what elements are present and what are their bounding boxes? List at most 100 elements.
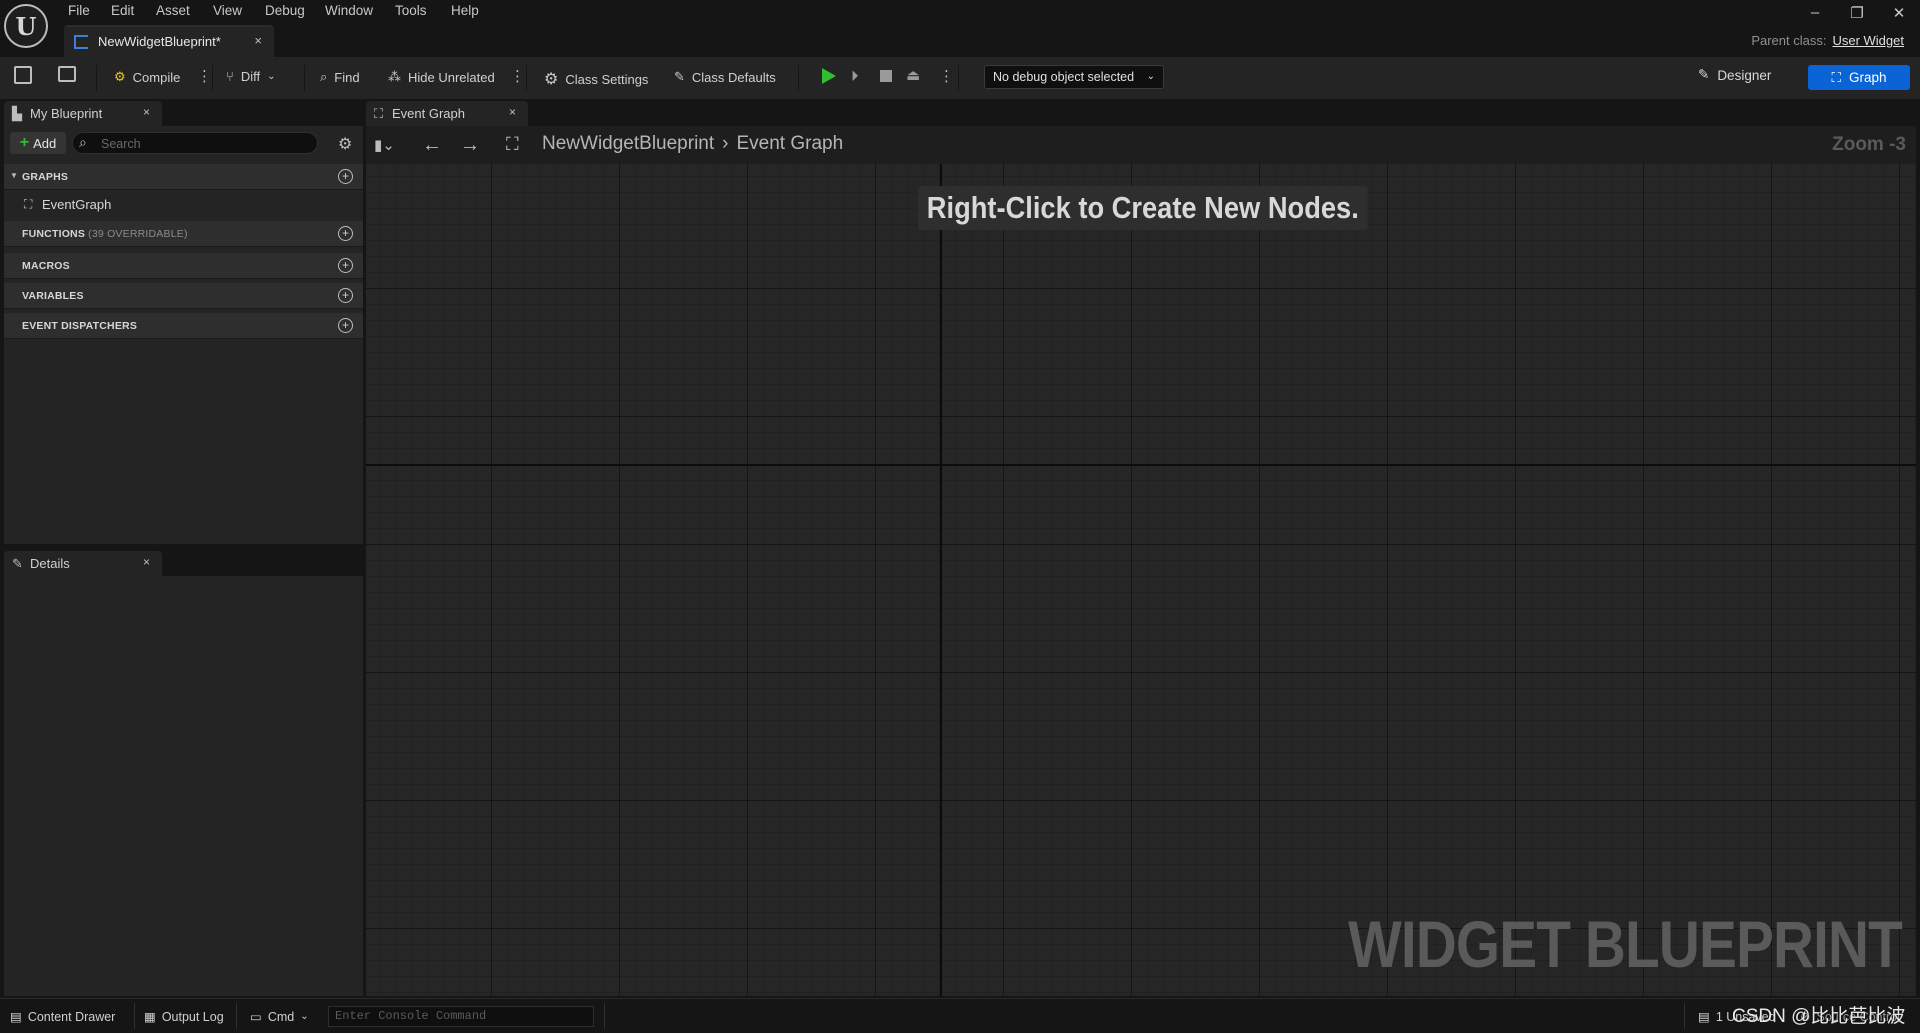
close-window-button[interactable]: ✕ — [1884, 4, 1914, 22]
graph-button[interactable]: ⛶ Graph — [1808, 65, 1910, 90]
add-graph-icon[interactable]: + — [338, 169, 353, 184]
cmd-label: Cmd — [267, 1009, 295, 1024]
compile-options-icon[interactable]: ⋮ — [197, 67, 212, 85]
graph-canvas[interactable]: Right-Click to Create New Nodes. WIDGET … — [366, 164, 1916, 996]
class-defaults-label: Class Defaults — [691, 69, 776, 85]
close-tab-icon[interactable]: × — [254, 33, 262, 48]
zoom-level: Zoom -3 — [1832, 134, 1906, 155]
toolbar: ⚙ Compile ⋮ ⑂ Diff ⌄ ⌕ Find ⁂ Hide Unrel… — [0, 57, 1920, 100]
cmd-select[interactable]: ▭ Cmd ⌄ — [250, 1009, 309, 1025]
graph-hierarchy-icon[interactable]: ⛶ — [506, 134, 519, 155]
section-graphs[interactable]: ▼ GRAPHS + — [4, 164, 363, 190]
add-macro-icon[interactable]: + — [338, 258, 353, 273]
section-functions-label: FUNCTIONS — [22, 228, 86, 240]
widget-blueprint-icon — [74, 35, 88, 49]
restore-button[interactable]: ❐ — [1842, 4, 1872, 22]
minimize-button[interactable]: – — [1800, 4, 1830, 21]
hide-unrelated-icon: ⁂ — [388, 69, 401, 84]
eject-icon[interactable]: ⏏ — [906, 66, 920, 84]
event-graph-tab[interactable]: ⛶ Event Graph × — [366, 101, 528, 126]
back-arrow-icon[interactable]: ← — [422, 134, 442, 157]
close-tab-icon[interactable]: × — [509, 105, 516, 119]
diff-button[interactable]: ⑂ Diff ⌄ — [226, 69, 275, 84]
section-macros[interactable]: MACROS + — [4, 253, 363, 279]
add-variable-icon[interactable]: + — [338, 288, 353, 303]
csdn-watermark: CSDN @比比芭比波 — [1732, 1006, 1906, 1027]
compile-warning-icon: ⚙ — [114, 69, 126, 84]
output-log-icon: ▦ — [144, 1010, 156, 1024]
document-tab[interactable]: NewWidgetBlueprint* × — [64, 25, 274, 57]
add-button[interactable]: + Add — [10, 132, 66, 154]
status-divider — [1684, 1003, 1685, 1029]
browse-icon[interactable] — [58, 66, 76, 82]
graph-origin-axis-vertical — [940, 164, 942, 996]
plus-icon: + — [19, 134, 30, 151]
section-functions[interactable]: FUNCTIONS (39 OVERRIDABLE) + — [4, 221, 363, 247]
section-variables[interactable]: VARIABLES + — [4, 283, 363, 309]
details-icon: ✎ — [12, 556, 23, 571]
hide-unrelated-options-icon[interactable]: ⋮ — [510, 67, 525, 85]
my-blueprint-panel: + Add ⌕ ⚙ ▼ GRAPHS + ⛶ EventGraph FUNCTI… — [4, 126, 363, 544]
unsaved-icon: ▤ — [1698, 1010, 1710, 1024]
menu-edit[interactable]: Edit — [111, 3, 134, 18]
search-box[interactable]: ⌕ — [72, 132, 318, 154]
menu-window[interactable]: Window — [325, 3, 373, 18]
menu-file[interactable]: File — [68, 3, 90, 18]
save-icon[interactable] — [14, 66, 32, 84]
status-bar: ▤ Content Drawer ▦ Output Log ▭ Cmd ⌄ ▤ … — [0, 998, 1920, 1033]
class-defaults-button[interactable]: ✎ Class Defaults — [674, 69, 776, 85]
console-command-box[interactable] — [328, 1006, 594, 1027]
section-event-dispatchers[interactable]: EVENT DISPATCHERS + — [4, 313, 363, 339]
play-options-icon[interactable]: ⋮ — [939, 67, 954, 85]
bookmark-icon[interactable]: ▮⌄ — [374, 136, 395, 154]
menu-view[interactable]: View — [213, 3, 242, 18]
add-function-icon[interactable]: + — [338, 226, 353, 241]
breadcrumb: NewWidgetBlueprint › Event Graph — [542, 133, 843, 155]
stop-icon[interactable] — [880, 70, 892, 82]
console-command-input[interactable] — [329, 1007, 591, 1025]
close-tab-icon[interactable]: × — [143, 105, 150, 119]
find-icon: ⌕ — [320, 69, 328, 84]
find-button[interactable]: ⌕ Find — [320, 69, 360, 85]
parent-class-label: Parent class: — [1751, 33, 1827, 48]
search-input[interactable] — [99, 134, 303, 154]
designer-button[interactable]: ✎ Designer — [1698, 67, 1771, 83]
designer-icon: ✎ — [1698, 67, 1710, 82]
toolbar-divider — [212, 65, 213, 91]
list-item-label: EventGraph — [42, 197, 112, 212]
breadcrumb-blueprint[interactable]: NewWidgetBlueprint — [542, 133, 714, 155]
details-tab[interactable]: ✎ Details × — [4, 551, 162, 576]
compile-button[interactable]: ⚙ Compile — [114, 69, 180, 85]
class-settings-label: Class Settings — [565, 71, 649, 87]
content-drawer-icon: ▤ — [10, 1010, 22, 1024]
section-macros-label: MACROS — [22, 260, 70, 272]
add-event-dispatcher-icon[interactable]: + — [338, 318, 353, 333]
play-icon[interactable] — [822, 68, 836, 84]
menu-asset[interactable]: Asset — [156, 3, 190, 18]
list-item-eventgraph[interactable]: ⛶ EventGraph — [4, 194, 363, 216]
blueprint-icon: ▙ — [12, 106, 22, 121]
details-panel — [4, 576, 363, 996]
menu-debug[interactable]: Debug — [265, 3, 305, 18]
output-log-button[interactable]: ▦ Output Log — [144, 1009, 224, 1025]
parent-class-link[interactable]: User Widget — [1832, 33, 1904, 48]
title-bar: U File Edit Asset View Debug Window Tool… — [0, 0, 1920, 57]
my-blueprint-tab[interactable]: ▙ My Blueprint × — [4, 101, 162, 126]
diff-icon: ⑂ — [226, 69, 234, 84]
unreal-logo-icon[interactable]: U — [4, 4, 48, 48]
step-icon[interactable]: ⏵ — [851, 68, 859, 85]
forward-arrow-icon[interactable]: → — [460, 134, 480, 157]
menu-help[interactable]: Help — [451, 3, 479, 18]
settings-gear-icon[interactable]: ⚙ — [338, 134, 352, 154]
close-tab-icon[interactable]: × — [143, 555, 150, 569]
class-settings-button[interactable]: ⚙ Class Settings — [544, 69, 648, 89]
breadcrumb-graph[interactable]: Event Graph — [736, 133, 843, 155]
content-drawer-button[interactable]: ▤ Content Drawer — [10, 1009, 115, 1025]
hide-unrelated-button[interactable]: ⁂ Hide Unrelated — [388, 69, 495, 85]
section-variables-label: VARIABLES — [22, 290, 84, 302]
debug-object-select[interactable]: No debug object selected ⌄ — [984, 65, 1164, 89]
graph-label: Graph — [1848, 70, 1887, 85]
menu-tools[interactable]: Tools — [395, 3, 427, 18]
diff-label: Diff — [240, 69, 261, 84]
search-icon: ⌕ — [79, 134, 87, 150]
